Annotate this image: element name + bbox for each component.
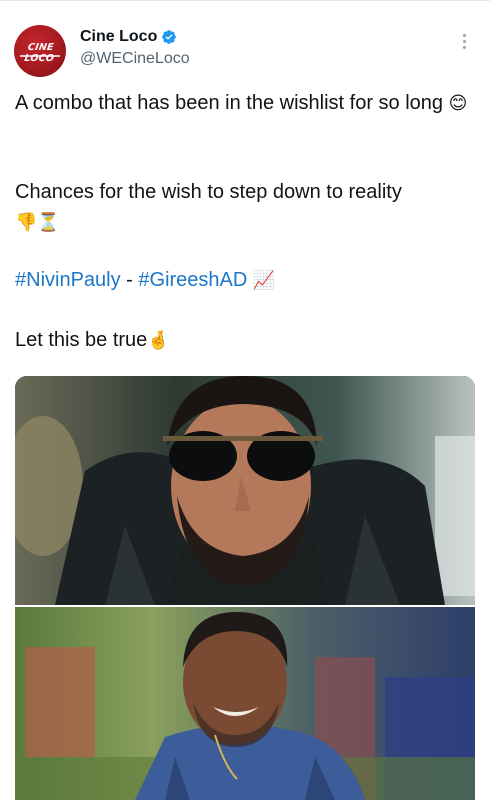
- photo-man-sunglasses[interactable]: [15, 376, 475, 605]
- tweet-text-line-2: Chances for the wish to step down to rea…: [15, 177, 477, 238]
- hashtag-gireeshad[interactable]: #GireeshAD: [138, 269, 247, 291]
- tweet-hashtags-line: #NivinPauly - #GireeshAD 📈: [15, 265, 477, 296]
- photo-man-smiling[interactable]: [15, 607, 475, 800]
- tweet-text-line-1: A combo that has been in the wishlist fo…: [15, 88, 477, 119]
- tweet: CINE LOCO Cine Loco @WECineLoco A combo …: [0, 0, 490, 800]
- more-options-icon[interactable]: [458, 34, 470, 54]
- avatar-logo-text: CINE LOCO: [23, 42, 55, 64]
- author-handle[interactable]: @WECineLoco: [80, 50, 190, 68]
- author-name-row: Cine Loco: [80, 26, 177, 48]
- chart-increasing-emoji: 📈: [252, 270, 276, 291]
- tweet-text-line-4: Let this be true🤞: [15, 325, 477, 356]
- tweet-text-2: Chances for the wish to step down to rea…: [15, 181, 402, 203]
- avatar-logo-underline: [20, 55, 60, 57]
- tweet-text-4: Let this be true: [15, 329, 148, 351]
- tweet-text-1: A combo that has been in the wishlist fo…: [15, 92, 444, 114]
- hashtag-nivinpauly[interactable]: #NivinPauly: [15, 269, 121, 291]
- author-display-name[interactable]: Cine Loco: [80, 28, 157, 46]
- tweet-media[interactable]: [15, 376, 475, 800]
- avatar[interactable]: CINE LOCO: [14, 25, 66, 77]
- verified-badge-icon: [162, 30, 177, 44]
- smile-emoji: 😊: [448, 93, 468, 114]
- crossed-fingers-emoji: 🤞: [147, 330, 170, 351]
- hand-hourglass-emojis: 👎⏳: [15, 212, 60, 233]
- hashtag-separator: -: [120, 269, 139, 291]
